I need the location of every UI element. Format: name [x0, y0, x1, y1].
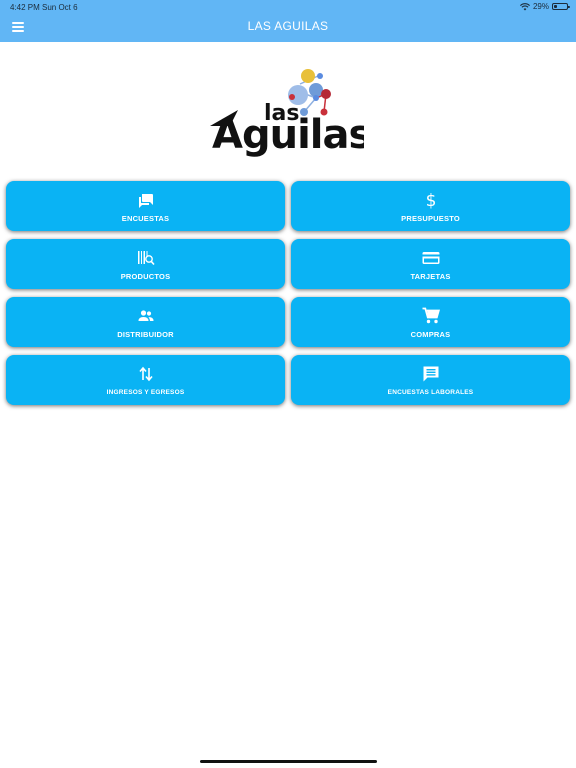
tile-label: PRESUPUESTO — [401, 214, 460, 223]
credit-card-icon — [422, 252, 439, 264]
tile-ingresos-y-egresos[interactable]: INGRESOS Y EGRESOS — [6, 355, 285, 405]
status-date: Sun Oct 6 — [42, 3, 78, 12]
message-list-icon — [423, 366, 438, 382]
tile-label: ENCUESTAS — [121, 214, 170, 223]
app-title: LAS AGUILAS — [247, 19, 329, 33]
tile-label: PRODUCTOS — [120, 272, 171, 281]
tile-presupuesto[interactable]: $ PRESUPUESTO — [291, 181, 570, 231]
dollar-icon: $ — [425, 191, 436, 209]
tile-label: DISTRIBUIDOR — [117, 330, 174, 339]
barcode-search-icon — [137, 251, 155, 266]
tile-label: INGRESOS Y EGRESOS — [106, 389, 185, 396]
status-time: 4:42 PM — [10, 3, 40, 12]
people-icon — [138, 310, 153, 321]
tile-tarjetas[interactable]: TARJETAS — [291, 239, 570, 289]
battery-icon — [552, 3, 570, 10]
logo-text-aguilas: Aguilas — [212, 112, 364, 158]
tile-compras[interactable]: COMPRAS — [291, 297, 570, 347]
app-bar: 4:42 PM Sun Oct 6 29% LAS AGUILAS — [0, 0, 576, 42]
swap-vertical-icon — [138, 366, 153, 382]
svg-text:$: $ — [425, 191, 436, 209]
shopping-cart-icon — [422, 307, 440, 324]
status-right: 29% — [519, 2, 570, 11]
tile-distribuidor[interactable]: DISTRIBUIDOR — [6, 297, 285, 347]
las-aguilas-logo: las Aguilas — [210, 69, 364, 158]
home-indicator[interactable] — [200, 760, 377, 763]
tile-label: COMPRAS — [410, 330, 451, 339]
chat-bubbles-icon — [138, 194, 153, 208]
battery-percent: 29% — [532, 2, 549, 11]
wifi-icon — [519, 2, 530, 10]
tile-encuestas[interactable]: ENCUESTAS — [6, 181, 285, 231]
tile-label: TARJETAS — [410, 272, 451, 281]
status-bar: 4:42 PM Sun Oct 6 29% — [0, 0, 576, 14]
tile-productos[interactable]: PRODUCTOS — [6, 239, 285, 289]
tile-label: ENCUESTAS LABORALES — [387, 389, 474, 396]
tile-encuestas-laborales[interactable]: ENCUESTAS LABORALES — [291, 355, 570, 405]
